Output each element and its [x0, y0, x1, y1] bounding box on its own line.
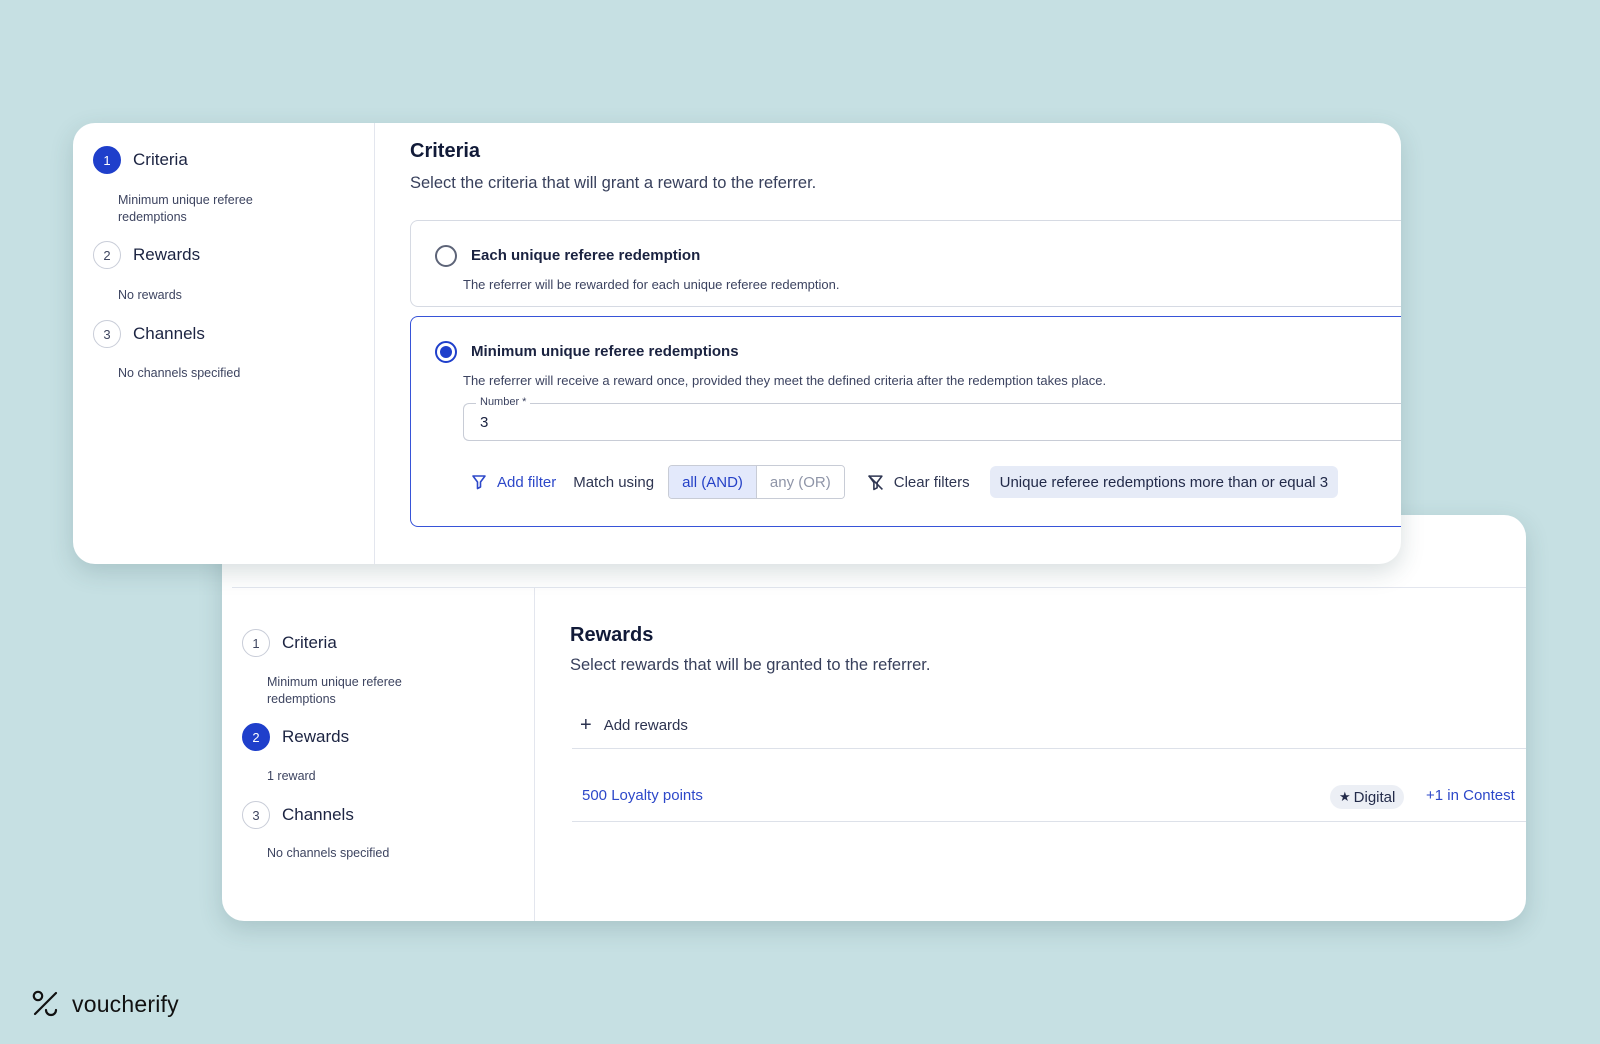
- rewards-title: Rewards: [570, 624, 654, 646]
- filter-toolbar: Add filter Match using all (AND) any (OR…: [471, 465, 1339, 499]
- brand-logo: voucherify: [32, 990, 179, 1018]
- add-filter-label: Add filter: [497, 473, 557, 491]
- active-filter-chip[interactable]: Unique referee redemptions more than or …: [989, 466, 1339, 498]
- clear-filters-button[interactable]: Clear filters: [867, 474, 970, 491]
- step-number: 3: [93, 320, 121, 348]
- criteria-panel: Criteria Select the criteria that will g…: [376, 123, 1401, 564]
- step-label: Rewards: [282, 727, 350, 746]
- clear-filter-icon: [867, 474, 883, 490]
- match-toggle: all (AND) any (OR): [668, 465, 845, 499]
- add-rewards-label: Add rewards: [603, 716, 688, 734]
- add-rewards-button[interactable]: + Add rewards: [580, 715, 688, 735]
- criteria-stepper: 1 Criteria Minimum unique referee redemp…: [73, 123, 375, 564]
- match-using-label: Match using: [573, 473, 655, 491]
- step-rewards[interactable]: 2 Rewards: [93, 241, 200, 269]
- criteria-description: Select the criteria that will grant a re…: [410, 174, 817, 192]
- step-rewards[interactable]: 2 Rewards: [242, 723, 349, 751]
- reward-extra-link[interactable]: +1 in Contest: [1426, 787, 1515, 804]
- match-any-option[interactable]: any (OR): [756, 466, 844, 498]
- step-summary: No channels specified: [118, 366, 241, 380]
- step-channels[interactable]: 3 Channels: [93, 320, 205, 348]
- step-label: Criteria: [282, 633, 337, 652]
- rewards-panel: Rewards Select rewards that will be gran…: [536, 588, 1526, 921]
- option-title: Minimum unique referee redemptions: [471, 343, 739, 360]
- number-field[interactable]: Number * 3: [463, 396, 1401, 441]
- number-field-value: 3: [480, 414, 489, 431]
- radio-button-selected[interactable]: [435, 341, 457, 363]
- percent-logo-icon: [32, 990, 58, 1017]
- step-number: 2: [93, 241, 121, 269]
- criteria-card: 1 Criteria Minimum unique referee redemp…: [73, 123, 1401, 564]
- step-label: Rewards: [133, 245, 201, 264]
- option-minimum-redemptions[interactable]: Minimum unique referee redemptions The r…: [410, 316, 1401, 527]
- step-number: 2: [242, 723, 270, 751]
- rewards-card: 1 Criteria Minimum unique referee redemp…: [222, 515, 1526, 921]
- radio-button[interactable]: [435, 245, 457, 267]
- filter-icon: [472, 475, 486, 490]
- option-description: The referrer will receive a reward once,…: [463, 373, 1107, 388]
- add-filter-button[interactable]: Add filter: [471, 474, 556, 491]
- brand-name: voucherify: [72, 990, 179, 1017]
- step-summary: No channels specified: [267, 846, 390, 860]
- criteria-title: Criteria: [410, 140, 481, 162]
- option-description: The referrer will be rewarded for each u…: [463, 277, 840, 292]
- reward-type-badge: ★ Digital: [1330, 785, 1405, 809]
- step-number: 3: [242, 801, 270, 829]
- match-all-option[interactable]: all (AND): [669, 466, 757, 498]
- reward-list-divider: [572, 748, 1526, 749]
- star-icon: ★: [1339, 789, 1351, 804]
- reward-list-divider: [572, 821, 1526, 822]
- step-summary: 1 reward: [267, 769, 316, 783]
- step-criteria[interactable]: 1 Criteria: [93, 146, 188, 174]
- reward-name-link[interactable]: 500 Loyalty points: [582, 787, 703, 804]
- step-criteria[interactable]: 1 Criteria: [242, 629, 337, 657]
- step-number: 1: [242, 629, 270, 657]
- step-channels[interactable]: 3 Channels: [242, 801, 354, 829]
- step-label: Channels: [133, 324, 205, 343]
- step-label: Criteria: [133, 150, 188, 169]
- clear-filters-label: Clear filters: [893, 473, 970, 491]
- step-number: 1: [93, 146, 121, 174]
- badge-label: Digital: [1353, 788, 1396, 806]
- step-label: Channels: [282, 805, 354, 824]
- rewards-description: Select rewards that will be granted to t…: [570, 656, 931, 674]
- step-summary: Minimum unique referee redemptions: [267, 675, 402, 706]
- option-each-redemption[interactable]: Each unique referee redemption The refer…: [410, 220, 1401, 307]
- step-summary: No rewards: [118, 288, 182, 302]
- number-field-label: Number *: [476, 396, 531, 408]
- rewards-stepper: 1 Criteria Minimum unique referee redemp…: [222, 588, 535, 921]
- plus-icon: +: [580, 714, 592, 736]
- option-title: Each unique referee redemption: [471, 247, 701, 264]
- step-summary: Minimum unique referee redemptions: [118, 193, 253, 224]
